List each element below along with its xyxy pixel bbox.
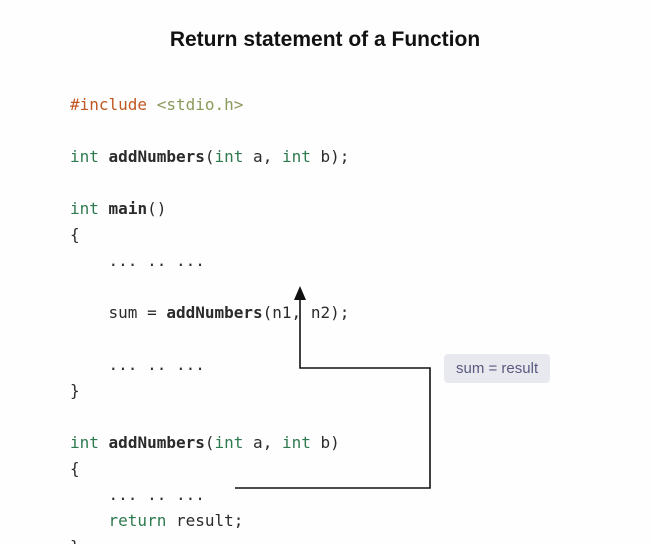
def-brace-open: { [70, 459, 80, 478]
proto-param2-type: int [282, 147, 311, 166]
page-title: Return statement of a Function [0, 28, 650, 52]
def-return-type: int [70, 433, 99, 452]
ellipsis-1: ... .. ... [70, 251, 205, 270]
code-block: #include <stdio.h> int addNumbers(int a,… [70, 92, 349, 544]
annotation-badge: sum = result [444, 354, 550, 383]
def-param1-type: int [215, 433, 244, 452]
proto-paren-open: ( [205, 147, 215, 166]
main-return-type: int [70, 199, 99, 218]
ellipsis-3: ... .. ... [70, 485, 205, 504]
main-fn-name: main [109, 199, 148, 218]
include-header: <stdio.h> [157, 95, 244, 114]
call-fn-name: addNumbers [166, 303, 262, 322]
def-brace-close: } [70, 537, 80, 544]
def-param1-name: a, [243, 433, 282, 452]
return-keyword: return [70, 511, 166, 530]
proto-fn-name: addNumbers [109, 147, 205, 166]
proto-param1-type: int [215, 147, 244, 166]
def-fn-name: addNumbers [109, 433, 205, 452]
ellipsis-2: ... .. ... [70, 355, 205, 374]
main-brace-close: } [70, 381, 80, 400]
return-expr: result; [166, 511, 243, 530]
main-brace-open: { [70, 225, 80, 244]
include-keyword: #include [70, 95, 147, 114]
proto-return-type: int [70, 147, 99, 166]
def-param2-name: b) [311, 433, 340, 452]
call-args: (n1, n2); [263, 303, 350, 322]
call-line-pre: sum = [70, 303, 166, 322]
proto-param2-name: b); [311, 147, 350, 166]
page: Return statement of a Function #include … [0, 0, 650, 544]
main-parens: () [147, 199, 166, 218]
def-param2-type: int [282, 433, 311, 452]
def-paren-open: ( [205, 433, 215, 452]
proto-param1-name: a, [243, 147, 282, 166]
